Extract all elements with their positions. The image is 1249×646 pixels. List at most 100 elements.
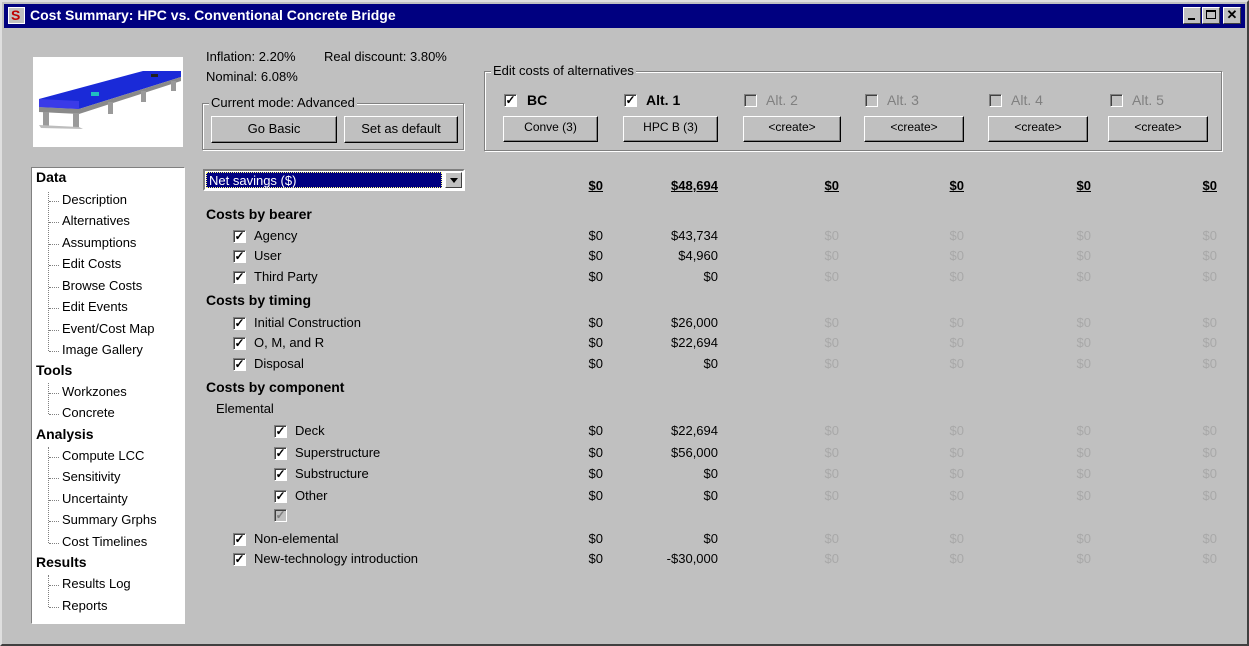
tree-item-edit-events[interactable]: Edit Events [62,299,128,314]
row-value-col-5: $0 [1202,466,1217,481]
row-value-col-5: $0 [1202,423,1217,438]
tree-item-browse-costs[interactable]: Browse Costs [62,278,142,293]
row-label: O, M, and R [254,335,325,350]
summary-type-select[interactable]: Net savings ($) [203,169,465,191]
alt1-label: Alt. 1 [646,92,681,108]
tree-item-concrete[interactable]: Concrete [62,405,115,420]
row-value-col-1: $43,734 [671,228,718,243]
row-value-col-0: $0 [588,531,603,546]
row-checkbox[interactable]: ✓ [233,317,246,330]
tree-item-uncertainty[interactable]: Uncertainty [62,491,128,506]
blank-elemental-checkbox: ✓ [274,508,287,522]
row-checkbox[interactable]: ✓ [233,533,246,546]
elemental-label: Elemental [216,401,274,416]
row-value-col-3: $0 [949,335,964,350]
minimize-button[interactable] [1183,7,1201,24]
alt5-create-button[interactable]: <create> [1108,116,1208,142]
tree-item-alternatives[interactable]: Alternatives [62,213,130,228]
tree-item-reports[interactable]: Reports [62,598,108,613]
total-value-col-1: $48,694 [671,178,718,193]
alt2-label: Alt. 2 [766,92,798,108]
row-value-col-0: $0 [588,466,603,481]
alt4-checkbox[interactable] [989,94,1002,107]
tree-analysis[interactable]: Analysis [36,426,94,442]
tree-item-event-cost-map[interactable]: Event/Cost Map [62,321,155,336]
title-bar[interactable]: Cost Summary: HPC vs. Conventional Concr… [4,4,1245,28]
row-value-col-5: $0 [1202,445,1217,460]
row-label: Initial Construction [254,315,361,330]
row-value-col-0: $0 [588,488,603,503]
bc-checkbox[interactable]: ✓ [504,94,517,107]
maximize-button[interactable] [1202,7,1220,24]
row-value-col-1: $22,694 [671,423,718,438]
row-value-col-0: $0 [588,356,603,371]
tree-item-assumptions[interactable]: Assumptions [62,235,136,250]
tree-item-description[interactable]: Description [62,192,127,207]
alt5-checkbox[interactable] [1110,94,1123,107]
row-value-col-3: $0 [949,488,964,503]
chevron-down-icon[interactable] [445,172,462,188]
nominal-rate: Nominal: 6.08% [206,69,298,84]
row-checkbox[interactable]: ✓ [274,425,287,438]
minimize-icon [1188,18,1195,20]
row-value-col-0: $0 [588,228,603,243]
row-checkbox[interactable]: ✓ [233,250,246,263]
tree-item-edit-costs[interactable]: Edit Costs [62,256,121,271]
alt2-checkbox[interactable] [744,94,757,107]
row-value-col-1: $56,000 [671,445,718,460]
row-checkbox[interactable]: ✓ [233,358,246,371]
go-basic-button[interactable]: Go Basic [211,116,337,143]
alt5-label: Alt. 5 [1132,92,1164,108]
alternatives-group-label: Edit costs of alternatives [491,63,636,78]
tree-tools[interactable]: Tools [36,362,72,378]
row-checkbox[interactable]: ✓ [233,230,246,243]
set-default-button[interactable]: Set as default [344,116,458,143]
close-button[interactable]: ✕ [1223,7,1241,24]
alt3-label: Alt. 3 [887,92,919,108]
bc-edit-button[interactable]: Conve (3) [503,116,598,142]
tree-item-workzones[interactable]: Workzones [62,384,127,399]
row-value-col-2: $0 [824,356,839,371]
row-value-col-0: $0 [588,423,603,438]
app-icon[interactable] [8,7,25,24]
row-checkbox[interactable]: ✓ [274,468,287,481]
row-checkbox[interactable]: ✓ [274,490,287,503]
row-value-col-0: $0 [588,551,603,566]
row-value-col-3: $0 [949,269,964,284]
tree-item-results-log[interactable]: Results Log [62,576,131,591]
alt3-checkbox[interactable] [865,94,878,107]
tree-item-cost-timelines[interactable]: Cost Timelines [62,534,147,549]
row-value-col-4: $0 [1076,269,1091,284]
row-value-col-3: $0 [949,551,964,566]
alt2-create-button[interactable]: <create> [743,116,841,142]
tree-item-compute-lcc[interactable]: Compute LCC [62,448,144,463]
row-value-col-2: $0 [824,488,839,503]
row-value-col-5: $0 [1202,488,1217,503]
tree-data[interactable]: Data [36,169,66,185]
row-value-col-2: $0 [824,228,839,243]
row-label: Third Party [254,269,318,284]
total-value-col-3: $0 [949,178,964,193]
row-checkbox[interactable]: ✓ [274,447,287,460]
tree-results[interactable]: Results [36,554,87,570]
row-value-col-1: $0 [703,269,718,284]
row-label: Other [295,488,328,503]
row-value-col-5: $0 [1202,531,1217,546]
alt3-create-button[interactable]: <create> [864,116,964,142]
tree-item-summary-graphs[interactable]: Summary Grphs [62,512,157,527]
row-value-col-0: $0 [588,445,603,460]
alt1-edit-button[interactable]: HPC B (3) [623,116,718,142]
tree-item-sensitivity[interactable]: Sensitivity [62,469,121,484]
total-value-col-0: $0 [588,178,603,193]
row-checkbox[interactable]: ✓ [233,271,246,284]
row-checkbox[interactable]: ✓ [233,553,246,566]
current-mode-label: Current mode: Advanced [209,95,357,110]
row-value-col-3: $0 [949,248,964,263]
tree-item-image-gallery[interactable]: Image Gallery [62,342,143,357]
row-value-col-4: $0 [1076,551,1091,566]
alt1-checkbox[interactable]: ✓ [624,94,637,107]
row-value-col-1: $22,694 [671,335,718,350]
row-value-col-3: $0 [949,228,964,243]
row-checkbox[interactable]: ✓ [233,337,246,350]
alt4-create-button[interactable]: <create> [988,116,1088,142]
